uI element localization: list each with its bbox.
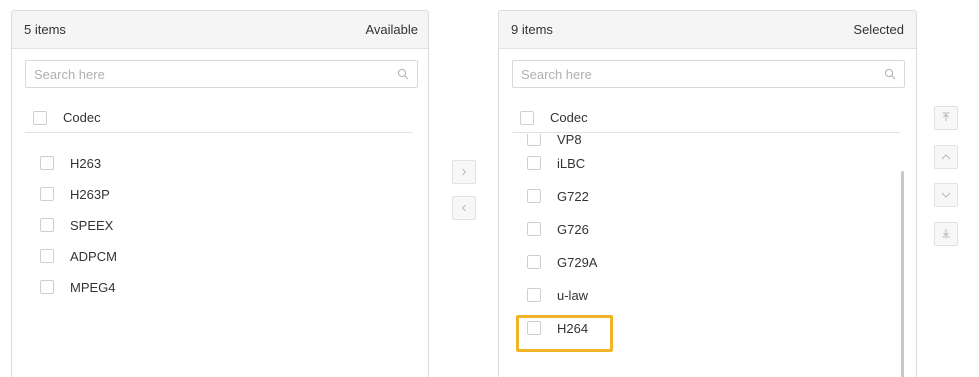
chevron-down-icon	[941, 189, 951, 201]
item-label: MPEG4	[70, 279, 116, 295]
selected-list: VP8 iLBC G722 G726 G729A u-law H264	[499, 134, 916, 377]
list-item[interactable]: H263P	[40, 179, 110, 209]
list-item[interactable]: ADPCM	[40, 241, 117, 271]
list-item[interactable]: iLBC	[527, 148, 585, 178]
selected-search[interactable]	[512, 60, 905, 88]
list-item[interactable]: G722	[527, 181, 589, 211]
item-label: ADPCM	[70, 248, 117, 264]
selected-panel-header: 9 items Selected	[499, 11, 916, 49]
item-checkbox[interactable]	[527, 321, 541, 335]
selected-panel: 9 items Selected Codec VP8 iLBC G722 G72…	[498, 10, 917, 377]
available-panel-header: 5 items Available	[12, 11, 428, 49]
selected-column-header: Codec	[512, 103, 900, 133]
chevron-left-icon	[460, 202, 468, 214]
selected-list-scrollbar[interactable]	[901, 171, 904, 377]
chevron-up-icon	[941, 151, 951, 163]
move-bottom-icon	[941, 228, 951, 240]
item-checkbox[interactable]	[527, 255, 541, 269]
selected-select-all-checkbox[interactable]	[520, 110, 534, 125]
move-up-button[interactable]	[934, 145, 958, 169]
selected-title: Selected	[853, 22, 904, 37]
list-item[interactable]: G726	[527, 214, 589, 244]
selected-column-label: Codec	[550, 110, 588, 125]
available-column-header: Codec	[25, 103, 413, 133]
selected-search-input[interactable]	[521, 66, 884, 82]
item-label: G729A	[557, 254, 598, 270]
move-left-button[interactable]	[452, 196, 476, 220]
list-item[interactable]: MPEG4	[40, 272, 116, 302]
available-column-label: Codec	[63, 110, 101, 125]
search-icon[interactable]	[884, 68, 896, 80]
search-icon[interactable]	[397, 68, 409, 80]
move-right-button[interactable]	[452, 160, 476, 184]
item-checkbox[interactable]	[40, 218, 54, 232]
list-item[interactable]: H263	[40, 148, 101, 178]
list-item[interactable]: u-law	[527, 280, 588, 310]
item-label: G726	[557, 221, 589, 237]
item-checkbox[interactable]	[527, 134, 541, 146]
item-checkbox[interactable]	[40, 187, 54, 201]
move-top-button[interactable]	[934, 106, 958, 130]
item-label: u-law	[557, 287, 589, 303]
selected-count: 9 items	[511, 22, 553, 37]
list-item[interactable]: G729A	[527, 247, 597, 277]
item-checkbox[interactable]	[40, 156, 54, 170]
available-panel: 5 items Available Codec H263 H263P SPEEX…	[11, 10, 429, 377]
item-checkbox[interactable]	[527, 222, 541, 236]
item-checkbox[interactable]	[527, 156, 541, 170]
item-label: VP8	[557, 134, 582, 147]
item-checkbox[interactable]	[527, 189, 541, 203]
item-label: H263P	[70, 186, 110, 202]
available-count: 5 items	[24, 22, 66, 37]
move-top-icon	[941, 112, 951, 124]
item-label: H264	[557, 320, 589, 336]
available-select-all-checkbox[interactable]	[33, 110, 47, 125]
move-down-button[interactable]	[934, 183, 958, 207]
available-search-input[interactable]	[34, 66, 397, 82]
item-checkbox[interactable]	[40, 280, 54, 294]
item-checkbox[interactable]	[527, 288, 541, 302]
item-label: iLBC	[557, 155, 586, 171]
item-checkbox[interactable]	[40, 249, 54, 263]
available-title: Available	[365, 22, 418, 37]
available-search[interactable]	[25, 60, 418, 88]
item-label: G722	[557, 188, 589, 204]
chevron-right-icon	[460, 166, 468, 178]
list-item[interactable]: H264	[527, 313, 588, 343]
item-label: SPEEX	[70, 217, 114, 233]
list-item[interactable]: SPEEX	[40, 210, 113, 240]
available-list: H263 H263P SPEEX ADPCM MPEG4	[12, 134, 428, 377]
move-bottom-button[interactable]	[934, 222, 958, 246]
item-label: H263	[70, 155, 102, 171]
